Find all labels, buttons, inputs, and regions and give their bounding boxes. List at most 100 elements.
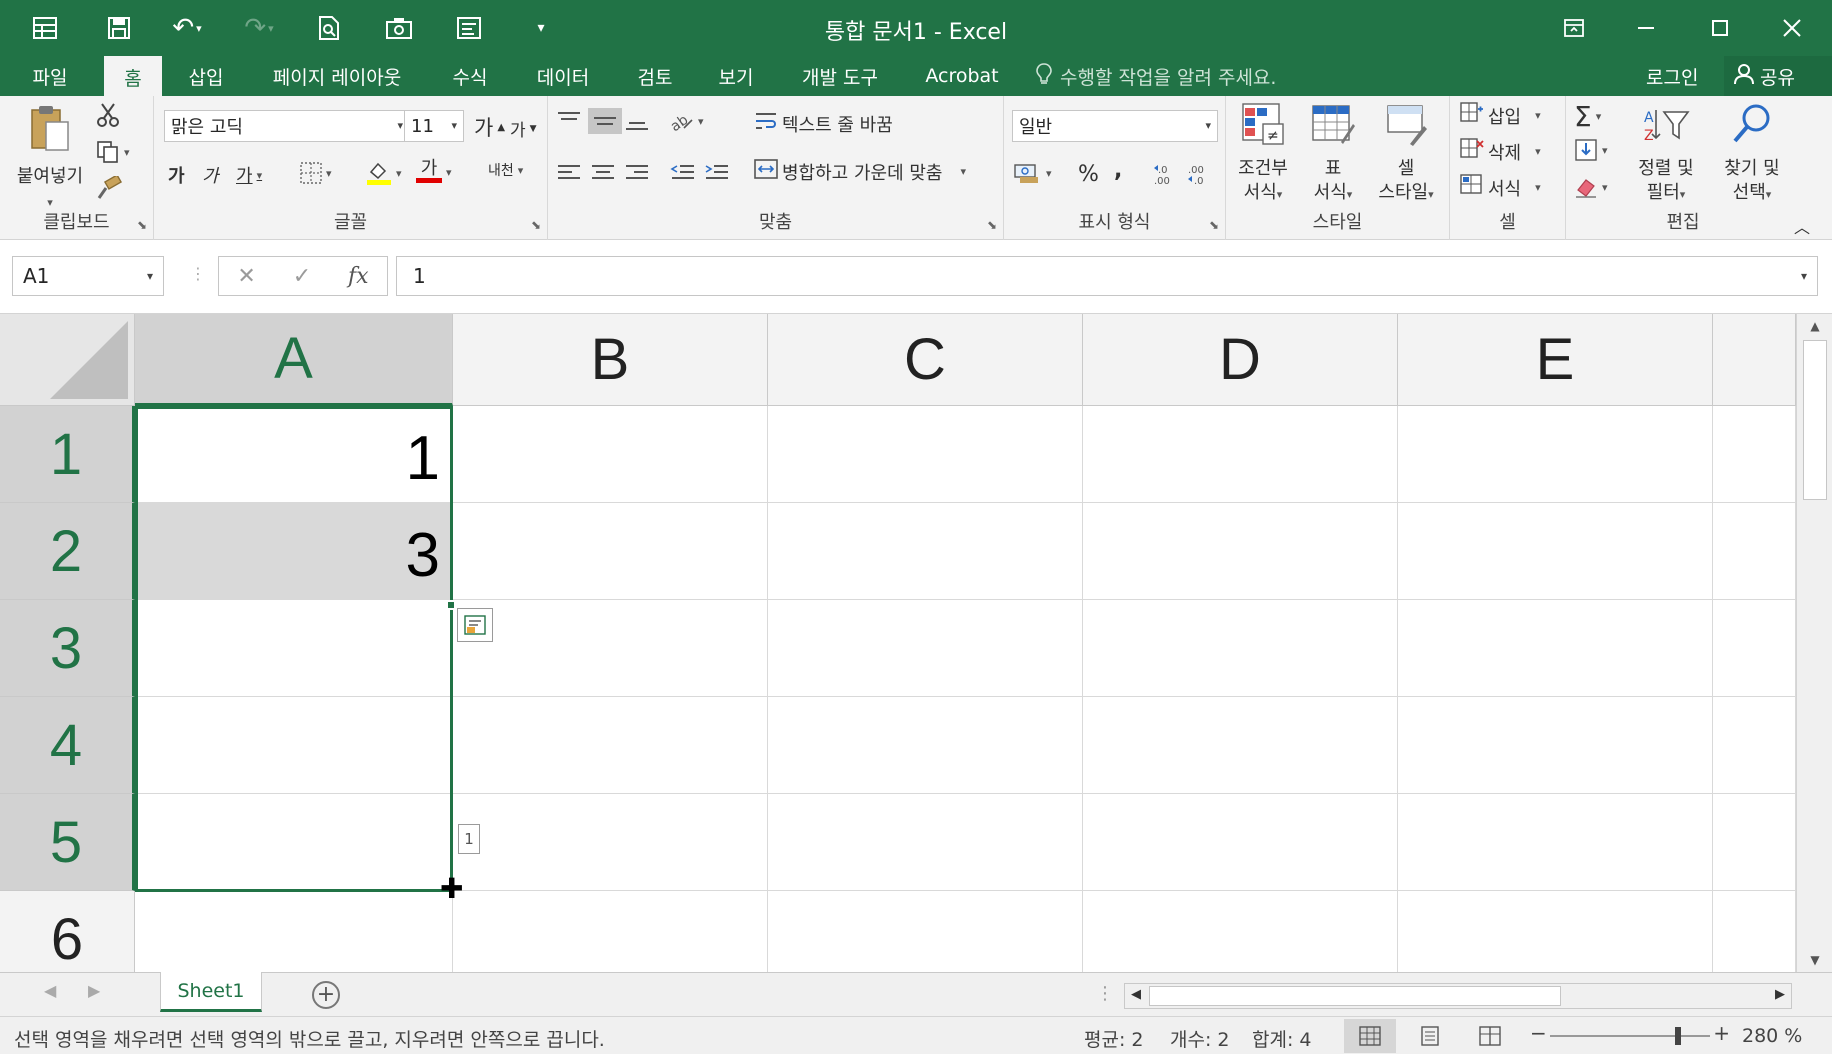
decrease-indent-icon[interactable] [670, 162, 696, 184]
font-size-select[interactable]: 11 ▾ [404, 110, 464, 142]
vertical-scrollbar[interactable]: ▲ ▼ [1796, 314, 1832, 972]
wrap-text-button[interactable]: 텍스트 줄 바꿈 [754, 110, 893, 137]
add-sheet-icon[interactable]: + [312, 981, 340, 1009]
tab-developer[interactable]: 개발 도구 [790, 56, 890, 96]
cell-1[interactable] [1713, 406, 1796, 503]
font-color-button[interactable]: 가 [416, 160, 442, 183]
increase-decimal-icon[interactable]: .0.00 [1152, 162, 1178, 186]
status-sum[interactable]: 합계: 4 [1252, 1025, 1312, 1052]
tab-splitter-icon[interactable]: ⋮ [1096, 983, 1114, 1004]
tab-view[interactable]: 보기 [704, 56, 768, 96]
sheet-tab-sheet1[interactable]: Sheet1 [160, 972, 262, 1012]
splitter-dots-icon[interactable]: ⋮ [190, 264, 206, 283]
share-button[interactable]: 공유 [1724, 56, 1832, 96]
row-header-2[interactable]: 2 [0, 503, 135, 600]
merge-center-button[interactable]: 병합하고 가운데 맞춤 ▾ [754, 158, 966, 185]
increase-indent-icon[interactable] [704, 162, 730, 184]
tab-home[interactable]: 홈 [104, 56, 162, 98]
collapse-ribbon-icon[interactable]: ︿ [1794, 214, 1810, 238]
cell-e5[interactable] [1398, 794, 1713, 891]
font-launcher-icon[interactable]: ⬊ [531, 218, 541, 232]
tab-acrobat[interactable]: Acrobat [912, 56, 1012, 96]
fill-handle[interactable] [446, 600, 456, 610]
cell-e4[interactable] [1398, 697, 1713, 794]
align-middle-icon[interactable] [588, 108, 622, 134]
comma-style-button[interactable]: , [1114, 158, 1122, 183]
scroll-right-icon[interactable]: ▶ [1775, 987, 1785, 1002]
clear-icon[interactable]: ▾ [1574, 176, 1608, 198]
sort-filter-button[interactable]: AZ 정렬 및 필터▾ [1624, 102, 1708, 207]
cell-c6[interactable] [768, 891, 1083, 972]
row-header-4[interactable]: 4 [0, 697, 135, 794]
paste-button[interactable]: 붙여넣기 ▾ [10, 104, 90, 215]
cell-c3[interactable] [768, 600, 1083, 697]
tab-insert[interactable]: 삽입 [174, 56, 238, 96]
cell-a2[interactable]: 3 [135, 503, 453, 600]
cell-c1[interactable] [768, 406, 1083, 503]
row-header-1[interactable]: 1 [0, 406, 135, 503]
borders-icon[interactable]: ▾ [300, 162, 332, 184]
cell-b2[interactable] [453, 503, 768, 600]
login-link[interactable]: 로그인 [1646, 56, 1698, 96]
chevron-down-icon[interactable]: ▾ [147, 269, 153, 283]
expand-formula-bar-icon[interactable]: ▾ [1801, 269, 1807, 283]
row-header-6[interactable]: 6 [0, 891, 135, 972]
cell-b5[interactable] [453, 794, 768, 891]
align-right-icon[interactable] [624, 162, 650, 184]
grow-font-button[interactable]: 가 ▲ [474, 112, 505, 142]
zoom-in-icon[interactable]: + [1713, 1021, 1730, 1045]
decrease-decimal-icon[interactable]: .00.0 [1186, 162, 1212, 186]
column-header-d[interactable]: D [1083, 314, 1398, 406]
column-header-b[interactable]: B [453, 314, 768, 406]
clipboard-launcher-icon[interactable]: ⬊ [137, 218, 147, 232]
row-header-5[interactable]: 5 [0, 794, 135, 891]
format-as-table-button[interactable]: 표 서식▾ [1302, 102, 1364, 207]
next-sheet-icon[interactable]: ▶ [88, 981, 100, 1000]
tab-data[interactable]: 데이터 [522, 56, 604, 96]
minimize-button[interactable] [1610, 0, 1682, 56]
select-all-button[interactable] [0, 314, 135, 406]
worksheet-grid[interactable]: A B C D E 1 2 3 4 5 6 13 1 ✚ ▲ ▼ [0, 314, 1832, 972]
tab-review[interactable]: 검토 [620, 56, 690, 96]
cell-e1[interactable] [1398, 406, 1713, 503]
page-layout-view-icon[interactable] [1404, 1019, 1456, 1053]
scroll-down-icon[interactable]: ▼ [1797, 948, 1832, 972]
cell-6[interactable] [1713, 891, 1796, 972]
normal-view-icon[interactable] [1344, 1019, 1396, 1053]
alignment-launcher-icon[interactable]: ⬊ [987, 218, 997, 232]
cell-b4[interactable] [453, 697, 768, 794]
zoom-slider[interactable]: − + [1530, 1021, 1730, 1047]
cell-a4[interactable] [135, 697, 453, 794]
ribbon-display-options-icon[interactable] [1538, 0, 1610, 56]
page-break-view-icon[interactable] [1464, 1019, 1516, 1053]
scroll-left-icon[interactable]: ◀ [1131, 987, 1141, 1002]
status-count[interactable]: 개수: 2 [1170, 1025, 1230, 1052]
close-button[interactable] [1756, 0, 1828, 56]
cell-a3[interactable] [135, 600, 453, 697]
tell-me-box[interactable]: 수행할 작업을 알려 주세요. [1036, 56, 1276, 96]
cell-3[interactable] [1713, 600, 1796, 697]
tab-file[interactable]: 파일 [20, 56, 80, 96]
cancel-entry-button[interactable]: ✕ [237, 264, 255, 289]
zoom-level[interactable]: 280 % [1742, 1025, 1802, 1047]
align-left-icon[interactable] [556, 162, 582, 184]
tab-formulas[interactable]: 수식 [438, 56, 502, 96]
cell-c5[interactable] [768, 794, 1083, 891]
cell-b1[interactable] [453, 406, 768, 503]
zoom-out-icon[interactable]: − [1530, 1021, 1547, 1045]
horizontal-scrollbar[interactable]: ◀ ▶ [1124, 983, 1792, 1009]
scroll-up-icon[interactable]: ▲ [1797, 314, 1832, 338]
name-box[interactable]: A1 ▾ [12, 256, 164, 296]
cell-b6[interactable] [453, 891, 768, 972]
cell-d4[interactable] [1083, 697, 1398, 794]
align-top-icon[interactable] [556, 110, 582, 132]
cell-styles-button[interactable]: 셀 스타일▾ [1366, 102, 1446, 207]
vertical-scroll-thumb[interactable] [1803, 340, 1827, 500]
cell-d6[interactable] [1083, 891, 1398, 972]
delete-cells-button[interactable]: 삭제 ▾ [1460, 138, 1541, 165]
percent-style-button[interactable]: % [1078, 162, 1099, 187]
cell-2[interactable] [1713, 503, 1796, 600]
confirm-entry-button[interactable]: ✓ [293, 264, 311, 289]
row-header-3[interactable]: 3 [0, 600, 135, 697]
font-color-dropdown[interactable]: ▾ [446, 166, 452, 179]
